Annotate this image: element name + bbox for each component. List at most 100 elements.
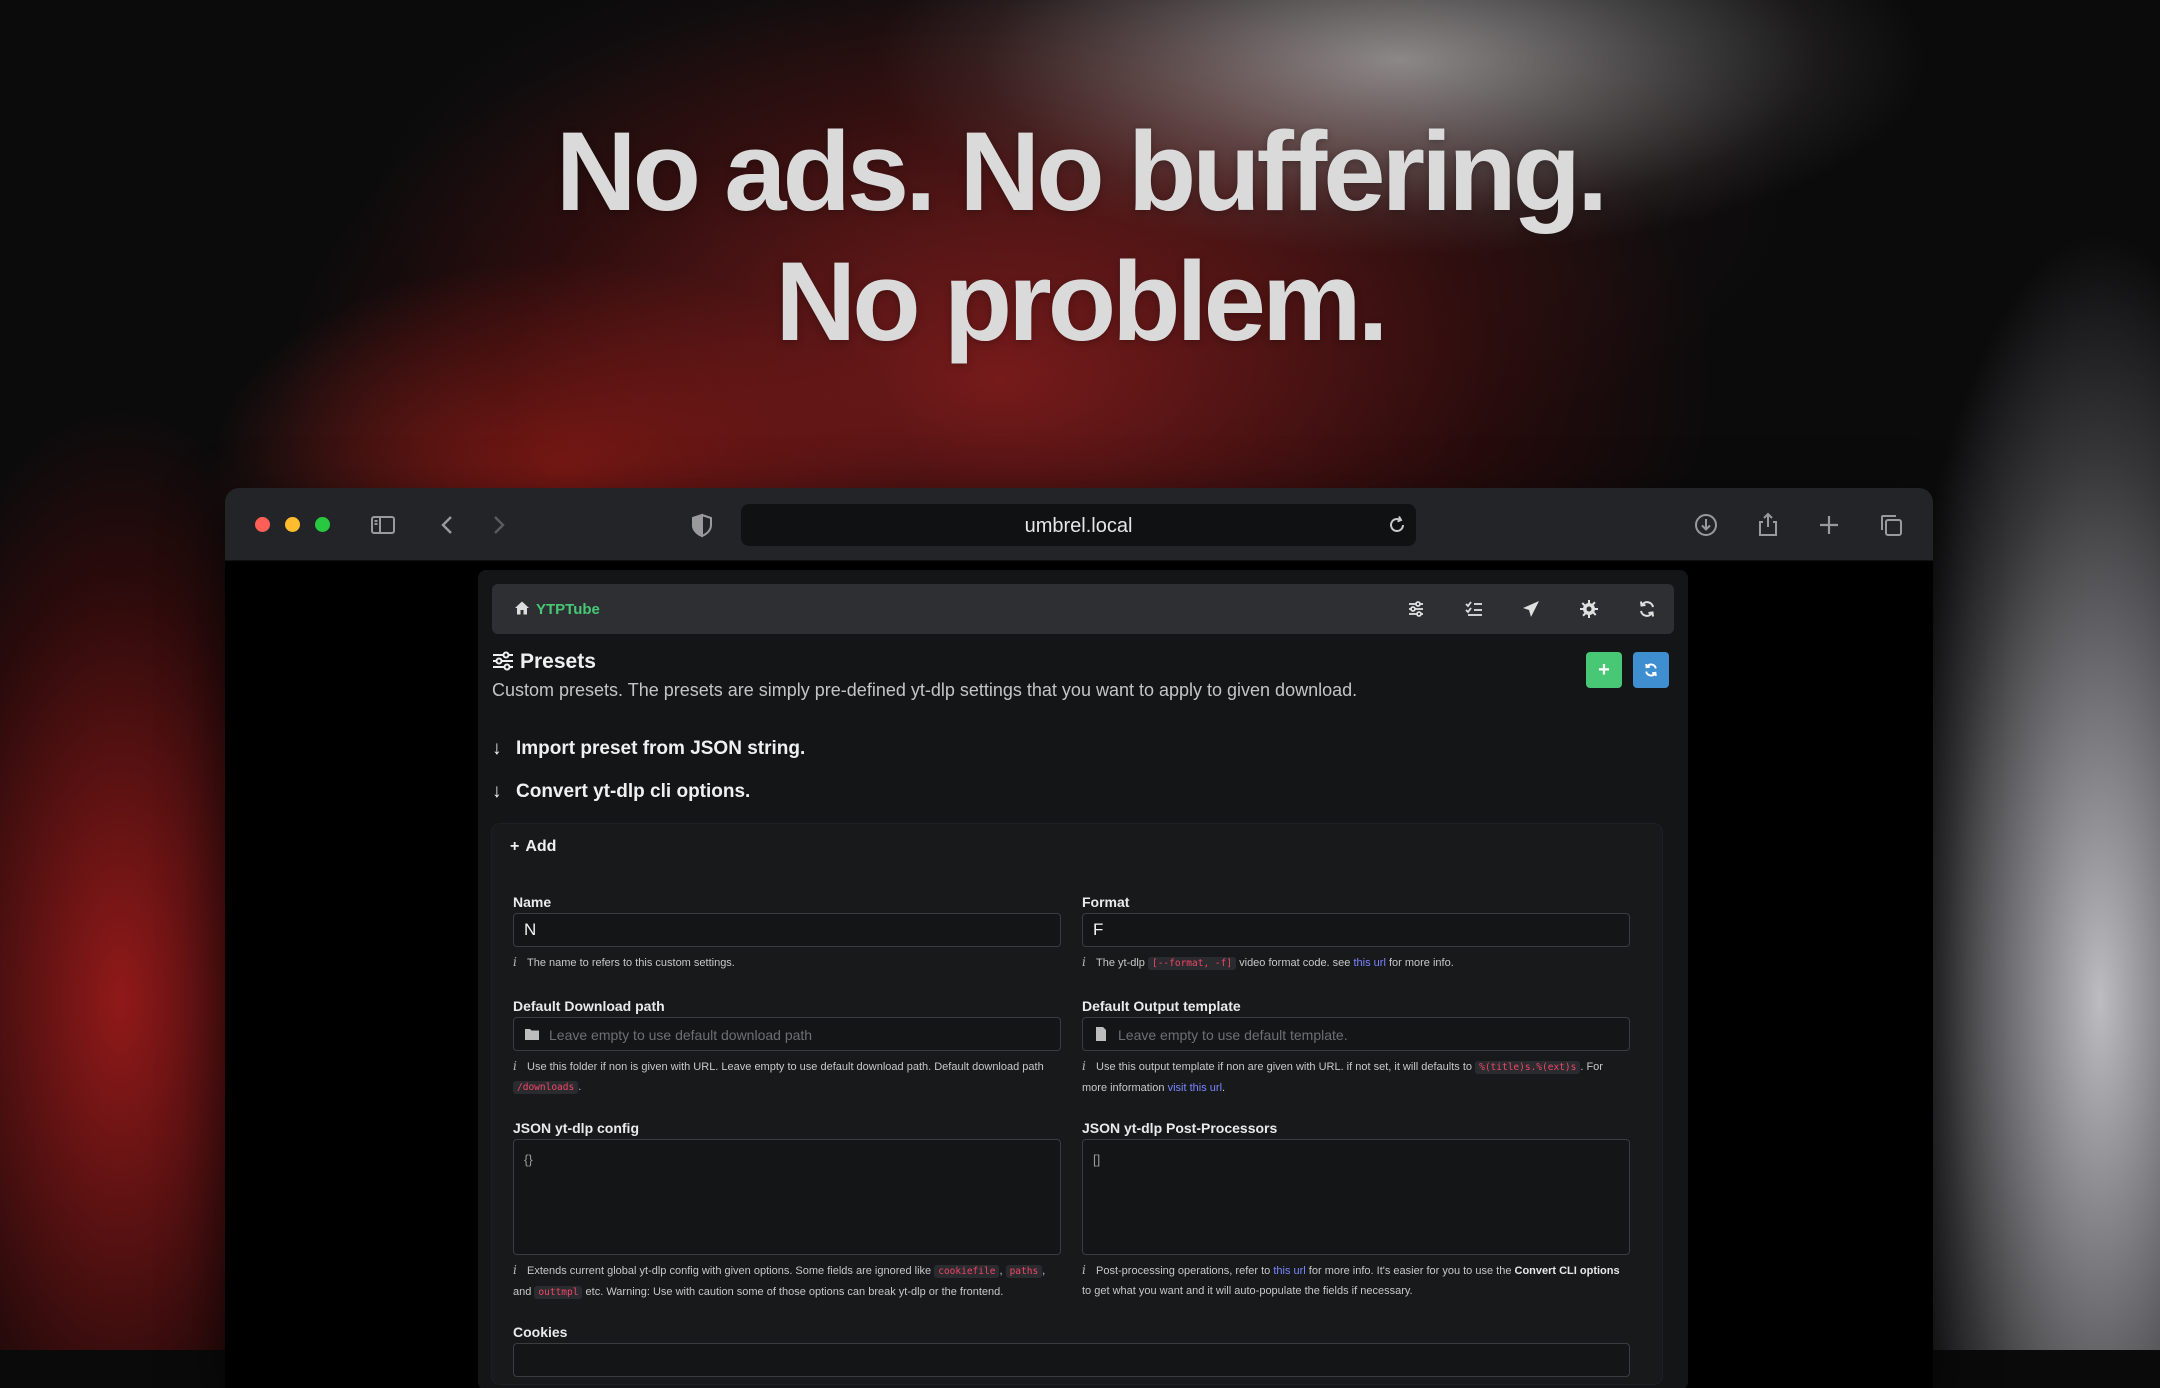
info-icon: i (513, 1263, 517, 1277)
info-icon: i (1082, 1263, 1086, 1277)
shield-icon[interactable] (689, 512, 715, 538)
add-button-label: + (1598, 659, 1610, 681)
format-help-pre: The yt-dlp (1096, 957, 1145, 969)
arrow-down-icon: ↓ (492, 781, 502, 802)
format-field[interactable]: F (1082, 913, 1630, 947)
page-title-text: Presets (520, 650, 596, 673)
import-json-label: Import preset from JSON string. (516, 738, 806, 759)
info-icon: i (513, 955, 517, 969)
brand-link[interactable]: YTPTube (514, 600, 600, 618)
headline-line-2: No problem. (775, 239, 1388, 364)
output-template-placeholder: Leave empty to use default template. (1118, 1027, 1348, 1043)
output-template-help-link[interactable]: visit this url (1168, 1082, 1222, 1094)
arrow-down-icon: ↓ (492, 738, 502, 759)
output-template-help-code: %(title)s.%(ext)s (1475, 1061, 1581, 1074)
tasks-icon[interactable] (1464, 599, 1484, 619)
download-path-help-post: . (578, 1081, 582, 1093)
page-title: Presets (492, 650, 596, 674)
zoom-window-button[interactable] (315, 517, 330, 532)
postprocessors-help-link[interactable]: this url (1273, 1265, 1305, 1277)
format-help-post: for more info. (1388, 957, 1454, 969)
refresh-icon[interactable] (1637, 599, 1657, 619)
format-help: i The yt-dlp [--format, -f] video format … (1082, 952, 1630, 974)
format-help-code: [--format, -f] (1147, 957, 1237, 970)
ytptube-app: YTPTube Presets Custom presets. The pres… (478, 570, 1688, 1388)
name-field[interactable]: N (513, 913, 1061, 947)
form-header-text: Add (525, 838, 557, 855)
add-preset-button[interactable]: + (1586, 652, 1622, 688)
download-path-placeholder: Leave empty to use default download path (549, 1027, 813, 1043)
convert-cli-label: Convert yt-dlp cli options. (516, 781, 751, 802)
output-template-label: Default Output template (1082, 998, 1241, 1014)
name-help: i The name to refers to this custom setti… (513, 952, 1061, 973)
download-icon[interactable] (1693, 512, 1719, 538)
import-json-toggle[interactable]: ↓ Import preset from JSON string. (492, 738, 805, 760)
ytdlp-config-label: JSON yt-dlp config (513, 1120, 639, 1136)
download-path-field[interactable]: Leave empty to use default download path (513, 1017, 1061, 1051)
app-navbar: YTPTube (492, 584, 1674, 634)
tabs-icon[interactable] (1878, 512, 1904, 538)
minimize-window-button[interactable] (285, 517, 300, 532)
brand-name: YTPTube (536, 601, 600, 618)
name-value: N (524, 920, 537, 939)
ytdlp-config-help-code3: outtmpl (534, 1286, 583, 1299)
output-template-field[interactable]: Leave empty to use default template. (1082, 1017, 1630, 1051)
download-path-label: Default Download path (513, 998, 665, 1014)
add-preset-form: + Add Name N i The name to refers to this … (492, 824, 1662, 1384)
info-icon: i (1082, 955, 1086, 969)
url-text: umbrel.local (1024, 515, 1133, 537)
postprocessors-textarea[interactable]: [] (1082, 1139, 1630, 1255)
page-description: Custom presets. The presets are simply p… (492, 680, 1358, 700)
browser-toolbar: umbrel.local (225, 488, 1933, 561)
settings-icon[interactable] (1579, 599, 1599, 619)
headline-line-1: No ads. No buffering. (555, 109, 1608, 234)
cookies-label: Cookies (513, 1324, 568, 1340)
sliders-icon[interactable] (1406, 599, 1426, 619)
ytdlp-config-help-pre: Extends current global yt-dlp config wit… (527, 1265, 932, 1277)
download-path-help-pre: Use this folder if non is given with URL… (527, 1061, 1044, 1073)
cookies-field[interactable] (513, 1343, 1630, 1377)
reload-icon[interactable] (1386, 514, 1408, 536)
file-icon (1093, 1026, 1109, 1042)
ytdlp-config-help-code2: paths (1005, 1265, 1043, 1278)
plus-icon: + (510, 838, 520, 855)
send-icon[interactable] (1521, 599, 1541, 619)
name-help-text: The name to refers to this custom settin… (527, 957, 735, 969)
browser-window: umbrel.local YTPTube Presets Custom pres… (225, 488, 1933, 1388)
close-window-button[interactable] (255, 517, 270, 532)
postprocessors-help-post: to get what you want and it will auto-po… (1082, 1285, 1413, 1297)
postprocessors-help-pre: Post-processing operations, refer to (1096, 1265, 1271, 1277)
ytdlp-config-help-post: etc. Warning: Use with caution some of t… (585, 1286, 1004, 1298)
share-icon[interactable] (1755, 512, 1781, 538)
form-header: + Add (510, 838, 556, 856)
output-template-help-post: . (1222, 1082, 1226, 1094)
ytdlp-config-textarea[interactable]: {} (513, 1139, 1061, 1255)
home-icon (514, 600, 530, 616)
new-tab-icon[interactable] (1816, 512, 1842, 538)
ytdlp-config-help-code1: cookiefile (934, 1265, 1000, 1278)
output-template-help-pre: Use this output template if non are give… (1096, 1061, 1473, 1073)
folder-icon (524, 1026, 540, 1042)
postprocessors-help: i Post-processing operations, refer to th… (1082, 1260, 1630, 1301)
postprocessors-value: [] (1093, 1152, 1101, 1167)
postprocessors-help-mid: for more info. It's easier for you to us… (1308, 1265, 1512, 1277)
info-icon: i (1082, 1059, 1086, 1073)
download-path-help-code: /downloads (513, 1081, 579, 1094)
info-icon: i (513, 1059, 517, 1073)
forward-icon[interactable] (485, 512, 511, 538)
download-path-help: i Use this folder if non is given with UR… (513, 1056, 1061, 1098)
sliders-icon (492, 651, 514, 671)
sidebar-icon[interactable] (370, 512, 396, 538)
address-bar[interactable]: umbrel.local (741, 504, 1416, 546)
name-label: Name (513, 894, 552, 910)
format-value: F (1093, 920, 1104, 939)
reload-presets-button[interactable] (1633, 652, 1669, 688)
ytdlp-config-help-sep: , (999, 1265, 1003, 1277)
ytdlp-config-help: i Extends current global yt-dlp config wi… (513, 1260, 1061, 1303)
format-label: Format (1082, 894, 1130, 910)
back-icon[interactable] (435, 512, 461, 538)
convert-cli-toggle[interactable]: ↓ Convert yt-dlp cli options. (492, 781, 750, 803)
postprocessors-label: JSON yt-dlp Post-Processors (1082, 1120, 1278, 1136)
format-help-link[interactable]: this url (1353, 957, 1385, 969)
format-help-mid: video format code. see (1239, 957, 1351, 969)
